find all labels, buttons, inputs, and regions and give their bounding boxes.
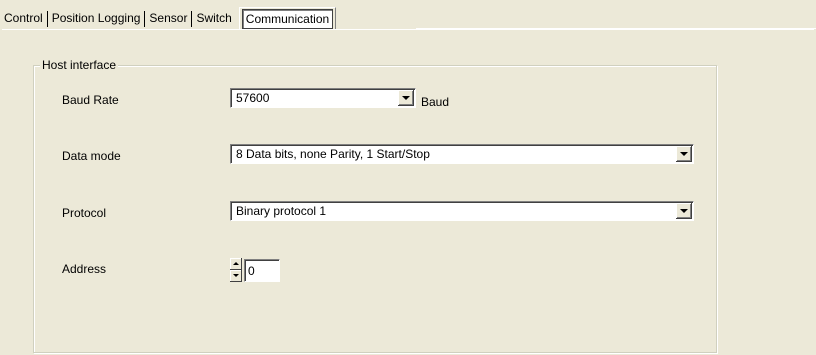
protocol-label: Protocol bbox=[62, 206, 107, 220]
address-label: Address bbox=[62, 262, 107, 276]
baud-unit-label: Baud bbox=[421, 95, 450, 109]
tab-control[interactable]: Control bbox=[0, 7, 47, 29]
host-interface-group-title: Host interface bbox=[40, 58, 119, 72]
data-mode-select[interactable]: 8 Data bits, none Parity, 1 Start/Stop bbox=[230, 144, 694, 164]
chevron-down-icon[interactable] bbox=[676, 203, 692, 219]
tab-communication-label: Communication bbox=[241, 9, 334, 29]
protocol-value: Binary protocol 1 bbox=[236, 204, 327, 218]
tab-communication[interactable]: Communication bbox=[238, 7, 337, 30]
tab-switch[interactable]: Switch bbox=[192, 7, 235, 29]
tab-position-logging[interactable]: Position Logging bbox=[48, 7, 145, 29]
address-stepper[interactable] bbox=[230, 258, 242, 282]
chevron-down-icon[interactable] bbox=[398, 90, 414, 106]
chevron-down-icon[interactable] bbox=[676, 146, 692, 162]
baud-rate-label: Baud Rate bbox=[62, 93, 119, 107]
address-field[interactable] bbox=[244, 259, 280, 282]
tab-sensor[interactable]: Sensor bbox=[145, 7, 191, 29]
communication-settings-window: Control Position Logging Sensor Switch C… bbox=[0, 0, 816, 355]
baud-rate-value: 57600 bbox=[236, 91, 270, 105]
arrow-up-icon[interactable] bbox=[230, 258, 242, 270]
arrow-down-icon[interactable] bbox=[230, 270, 242, 282]
data-mode-label: Data mode bbox=[62, 149, 121, 163]
protocol-select[interactable]: Binary protocol 1 bbox=[230, 201, 694, 221]
tab-bar: Control Position Logging Sensor Switch C… bbox=[0, 7, 337, 30]
data-mode-value: 8 Data bits, none Parity, 1 Start/Stop bbox=[236, 147, 430, 161]
baud-rate-select[interactable]: 57600 bbox=[230, 88, 416, 108]
